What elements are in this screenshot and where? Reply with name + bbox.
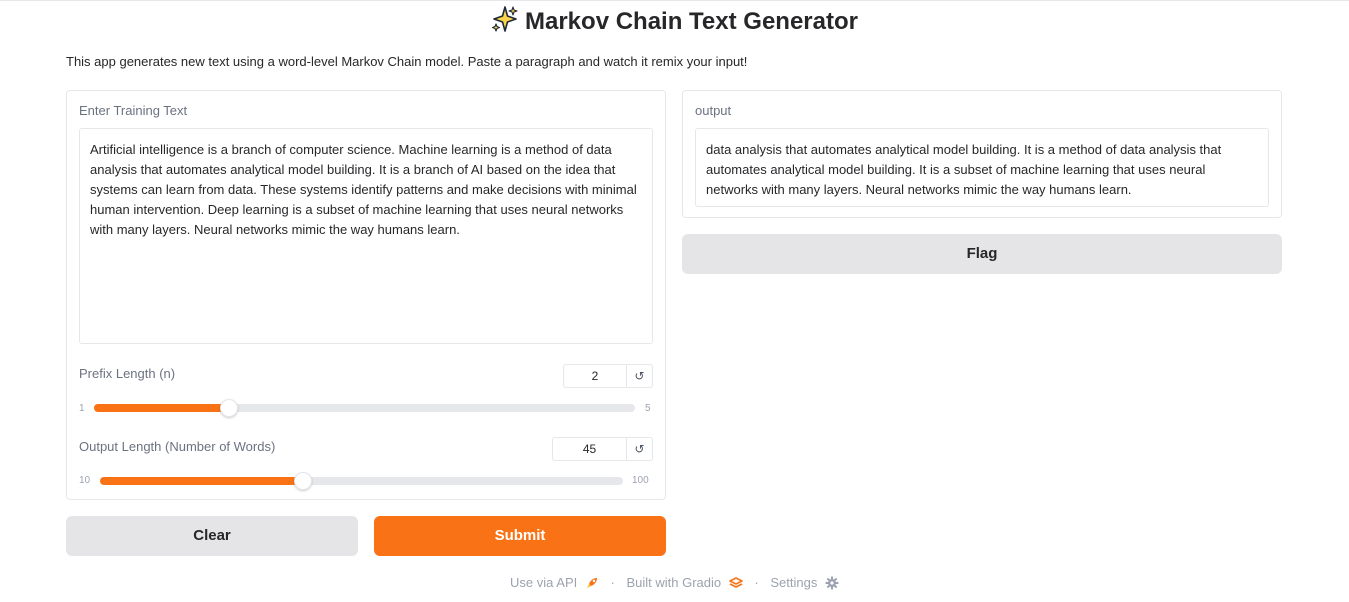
training-text-input[interactable]: Artificial intelligence is a branch of c…: [79, 128, 653, 344]
gear-icon[interactable]: [825, 576, 839, 590]
clear-button[interactable]: Clear: [66, 516, 358, 556]
prefix-length-slider-thumb[interactable]: [220, 399, 239, 417]
output-length-min: 10: [79, 475, 91, 486]
prefix-length-number-input[interactable]: 2 ↺: [563, 364, 653, 388]
output-length-value[interactable]: 45: [553, 438, 626, 460]
prefix-length-label: Prefix Length (n): [79, 366, 176, 381]
gradio-logo-icon: [728, 576, 743, 588]
output-panel: output data analysis that automates anal…: [682, 90, 1282, 218]
page-description: This app generates new text using a word…: [66, 54, 748, 69]
input-panel: Enter Training Text Artificial intellige…: [66, 90, 666, 500]
rocket-icon: [586, 577, 597, 588]
prefix-length-slider[interactable]: [94, 399, 635, 417]
footer-separator: ·: [610, 575, 615, 591]
prefix-length-max: 5: [645, 403, 651, 414]
flag-button[interactable]: Flag: [682, 234, 1282, 274]
reset-icon[interactable]: ↺: [626, 365, 652, 387]
output-label: output: [695, 103, 732, 118]
settings-link[interactable]: Settings: [770, 575, 817, 590]
sparkles-icon: [491, 5, 519, 41]
built-with-gradio-link[interactable]: Built with Gradio: [626, 575, 721, 590]
output-length-slider-thumb[interactable]: [294, 472, 313, 490]
output-length-number-input[interactable]: 45 ↺: [552, 437, 653, 461]
reset-icon[interactable]: ↺: [626, 438, 652, 460]
footer: Use via API · Built with Gradio · Settin…: [0, 574, 1349, 590]
output-textbox[interactable]: data analysis that automates analytical …: [695, 128, 1269, 207]
prefix-length-value[interactable]: 2: [564, 365, 626, 387]
training-text-label: Enter Training Text: [79, 103, 188, 118]
output-length-slider[interactable]: [100, 472, 623, 490]
submit-button[interactable]: Submit: [374, 516, 666, 556]
use-via-api-link[interactable]: Use via API: [510, 575, 577, 590]
output-length-max: 100: [632, 475, 649, 486]
output-length-label: Output Length (Number of Words): [79, 439, 276, 454]
prefix-length-slider-fill: [94, 404, 230, 412]
page-title: Markov Chain Text Generator: [0, 5, 1349, 35]
prefix-length-min: 1: [79, 403, 85, 414]
footer-separator: ·: [754, 575, 759, 591]
page-title-text: Markov Chain Text Generator: [525, 8, 858, 35]
output-length-slider-fill: [100, 477, 304, 485]
